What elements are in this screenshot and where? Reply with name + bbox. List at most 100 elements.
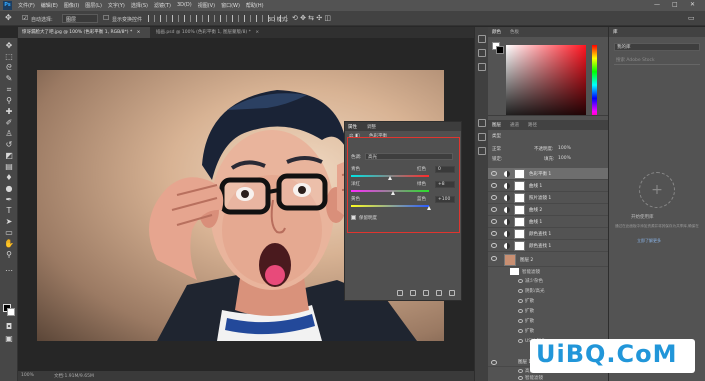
hand-tool-icon[interactable]: ✋ [4,239,14,248]
layer-mask-thumbnail[interactable] [514,229,525,239]
menu-item[interactable]: 3D(D) [177,2,192,9]
menu-item[interactable]: 编辑(E) [41,2,58,9]
magenta-green-slider-thumb[interactable] [390,191,395,195]
add-library-icon[interactable]: + [639,172,675,208]
smart-filter-row[interactable]: 阴影/高光 [518,288,545,294]
visibility-eye-icon[interactable] [491,256,497,261]
visibility-eye-icon[interactable] [518,288,523,293]
3d-rotate-icon[interactable]: ⟲ ✥ ⇆ ✣ ◫ [292,14,331,22]
smart-filter-row[interactable]: 扩散 [518,328,534,334]
tab-adjustments[interactable]: 调整 [367,124,376,130]
layer-kind-filter[interactable]: 类型 [492,133,501,139]
menu-item[interactable]: 图像(I) [64,2,79,9]
type-tool-icon[interactable]: T [4,206,14,215]
visibility-eye-icon[interactable] [491,183,497,188]
minimize-button[interactable]: — [654,1,660,8]
tone-dropdown[interactable]: 高光 [365,153,453,160]
visibility-eye-icon[interactable] [518,328,523,333]
tab-document-1[interactable]: 惊讶漏脸大了吧.jpg @ 100% (色彩平衡 1, RGB/8*) * × [18,27,150,38]
eraser-tool-icon[interactable]: ◩ [4,151,14,160]
visibility-eye-icon[interactable] [518,338,523,343]
align-hcenter-icon[interactable] [196,15,203,22]
smart-filter-row[interactable]: 扩散 [518,318,534,324]
library-search-input[interactable]: 搜索 Adobe Stock [614,57,700,65]
maximize-button[interactable]: □ [672,1,678,8]
smart-filters-row[interactable]: 智能滤镜 [510,268,540,275]
layer-row[interactable]: 颜色查找 1 [488,228,608,240]
distribute-vcenter-icon[interactable] [232,15,239,22]
fill-value[interactable]: 100% [558,156,571,161]
menu-item[interactable]: 文字(Y) [108,2,125,9]
view-previous-icon[interactable] [410,290,416,296]
zoom-tool-icon[interactable]: ⚲ [4,250,14,259]
layer-row[interactable]: 色彩平衡 1 [488,168,608,180]
brush-panel-icon[interactable] [478,119,486,127]
smart-filter-row[interactable]: 扩散 [518,298,534,304]
reset-icon[interactable] [423,290,429,296]
crop-tool-icon[interactable]: ⌗ [4,85,14,94]
clip-to-layer-icon[interactable] [397,290,403,296]
lasso-tool-icon[interactable]: ᘓ [4,63,14,72]
tab-swatches[interactable]: 色板 [510,29,519,35]
layer-row[interactable]: 曲线 2 [488,204,608,216]
gradient-tool-icon[interactable]: ▤ [4,162,14,171]
library-dropdown[interactable]: 我的库 [614,43,700,51]
eyedropper-tool-icon[interactable]: ⚲ [4,96,14,105]
align-bottom-icon[interactable] [172,15,179,22]
menu-item[interactable]: 滤镜(T) [154,2,171,9]
visibility-eye-icon[interactable] [518,308,523,313]
visibility-eye-icon[interactable] [491,207,497,212]
align-left-icon[interactable] [184,15,191,22]
learn-more-link[interactable]: 立即了解更多 [637,238,661,244]
move-tool-icon[interactable]: ✥ [5,13,12,22]
align-vcenter-icon[interactable] [160,15,167,22]
tab-channels[interactable]: 通道 [510,122,519,128]
pen-tool-icon[interactable]: ✒ [4,195,14,204]
distribute-top-icon[interactable] [220,15,227,22]
checkbox-transform-icon[interactable]: ☐ [103,14,109,22]
paragraph-panel-icon[interactable] [478,147,486,155]
zoom-level[interactable]: 100% [21,373,34,378]
visibility-eye-icon[interactable] [518,368,523,373]
shape-tool-icon[interactable]: ▭ [4,228,14,237]
visibility-eye-icon[interactable] [491,171,497,176]
screen-mode-icon[interactable]: ▣ [4,334,14,343]
distribute-bottom-icon[interactable] [244,15,251,22]
yellow-blue-slider[interactable] [351,205,429,207]
adjust-panel-icon[interactable] [478,49,486,57]
history-brush-icon[interactable]: ↺ [4,140,14,149]
layer-mask-thumbnail[interactable] [514,205,525,215]
visibility-eye-icon[interactable] [491,195,497,200]
layer-row[interactable]: 照片滤镜 1 [488,192,608,204]
preserve-luminosity-checkbox[interactable] [351,215,356,220]
distribute-left-icon[interactable] [256,15,263,22]
tab-layers[interactable]: 图层 [492,122,501,128]
quick-select-tool-icon[interactable]: ✎ [4,74,14,83]
blend-mode-dropdown[interactable]: 正常 [492,146,501,152]
layer-mask-thumbnail[interactable] [514,241,525,251]
layer-row[interactable]: 颜色查找 1 [488,240,608,252]
move-tool-icon[interactable]: ✥ [4,41,14,50]
visibility-eye-icon[interactable] [491,360,497,365]
healing-brush-icon[interactable]: ✚ [4,107,14,116]
history-panel-icon[interactable] [478,35,486,43]
visibility-eye-icon[interactable] [491,231,497,236]
color-background-swatch[interactable] [496,46,504,54]
layer-mask-thumbnail[interactable] [514,169,525,179]
cyan-red-value[interactable]: 0 [435,166,455,173]
yellow-blue-slider-thumb[interactable] [426,206,431,210]
character-panel-icon[interactable] [478,133,486,141]
opacity-value[interactable]: 100% [558,146,571,151]
tab-color[interactable]: 颜色 [492,29,501,35]
tab-libraries[interactable]: 库 [613,29,618,35]
magenta-green-value[interactable]: +8 [435,181,455,188]
info-panel-icon[interactable] [478,63,486,71]
visibility-eye-icon[interactable] [518,375,523,380]
align-top-icon[interactable] [148,15,155,22]
smart-filter-row[interactable]: 减少杂色 [518,278,543,284]
yellow-blue-value[interactable]: +100 [435,196,455,203]
layer-mask-thumbnail[interactable] [514,181,525,191]
close-window-button[interactable]: ✕ [690,1,695,8]
checkbox-auto-select-icon[interactable]: ☑ [22,14,28,22]
layer-row[interactable]: 曲线 1 [488,216,608,228]
